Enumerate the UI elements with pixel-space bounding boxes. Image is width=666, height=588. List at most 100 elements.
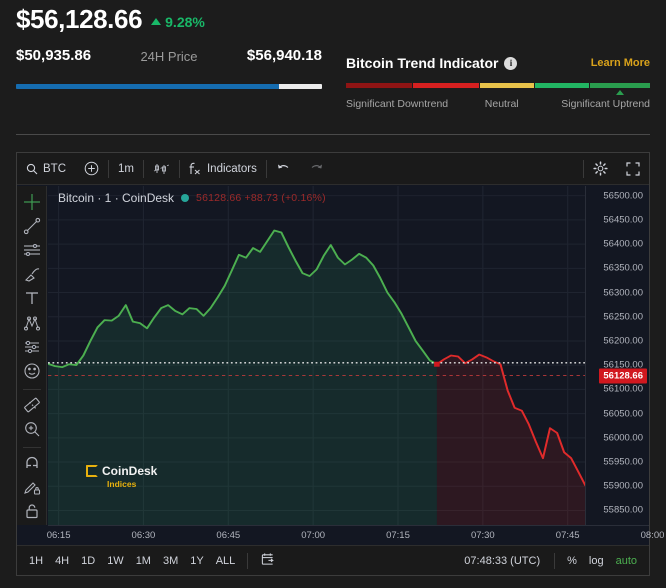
price-tick: 56000.00 <box>603 432 643 443</box>
learn-more-link[interactable]: Learn More <box>591 57 650 69</box>
range-high-value: $56,940.18 <box>247 47 322 64</box>
fullscreen-icon <box>626 162 640 176</box>
trend-label-low: Significant Downtrend <box>346 98 448 110</box>
horizontal-lines-tool[interactable] <box>19 239 45 260</box>
lock-tool[interactable] <box>19 501 45 522</box>
time-tick: 07:15 <box>386 530 410 541</box>
range-button-4h[interactable]: 4H <box>49 552 75 570</box>
emoji-tool[interactable] <box>19 360 45 381</box>
calendar-button[interactable] <box>254 549 281 572</box>
forecast-tool[interactable] <box>19 336 45 357</box>
scale-option-percent[interactable]: % <box>561 555 583 567</box>
chart-clock: 07:48:33 (UTC) <box>456 555 548 567</box>
indicators-button[interactable]: Indicators <box>180 153 266 185</box>
time-scale[interactable]: 06:1506:3006:4507:0007:1507:3007:4508:00 <box>48 525 649 545</box>
time-tick: 07:45 <box>556 530 580 541</box>
range-button-1m[interactable]: 1M <box>130 552 157 570</box>
calendar-icon <box>260 557 275 569</box>
zoom-tool[interactable] <box>19 419 45 440</box>
range-button-3m[interactable]: 3M <box>157 552 184 570</box>
change-block: 9.28% <box>151 14 205 30</box>
range-button-1w[interactable]: 1W <box>101 552 130 570</box>
trend-marker-row <box>346 88 650 96</box>
range-bar-track <box>279 84 322 89</box>
time-tick: 06:45 <box>216 530 240 541</box>
symbol-search[interactable]: BTC <box>17 153 75 185</box>
price-tick: 55900.00 <box>603 481 643 492</box>
fx-icon <box>189 161 202 176</box>
undo-icon <box>276 162 291 175</box>
change-percent: 9.28% <box>165 14 205 30</box>
legend-values: 56128.66 +88.73 (+0.16%) <box>196 192 326 204</box>
price-tick: 56100.00 <box>603 384 643 395</box>
text-tool[interactable] <box>19 288 45 309</box>
scale-option-log[interactable]: log <box>583 555 610 567</box>
trend-title-wrap: Bitcoin Trend Indicator i <box>346 55 517 71</box>
info-icon[interactable]: i <box>504 57 517 70</box>
time-tick: 08:00 <box>641 530 665 541</box>
add-symbol-button[interactable] <box>75 153 108 185</box>
pattern-tool[interactable] <box>19 312 45 333</box>
range-button-1y[interactable]: 1Y <box>184 552 209 570</box>
range-buttons: 1H4H1D1W1M3M1YALL <box>23 552 241 570</box>
range-button-1h[interactable]: 1H <box>23 552 49 570</box>
price-tick: 56050.00 <box>603 408 643 419</box>
price-tick: 56500.00 <box>603 190 643 201</box>
search-icon <box>26 163 38 175</box>
scale-option-auto[interactable]: auto <box>610 555 643 567</box>
watermark-row: CoinDesk <box>86 464 157 478</box>
symbol-label: BTC <box>43 163 66 175</box>
price-tick: 55850.00 <box>603 505 643 516</box>
watermark-brand: CoinDesk <box>102 464 157 478</box>
trend-marker-icon <box>616 90 624 95</box>
chart-plot-area[interactable]: Bitcoin · 1 · CoinDesk 56128.66 +88.73 (… <box>48 186 649 525</box>
range-button-1d[interactable]: 1D <box>75 552 101 570</box>
coindesk-watermark: CoinDesk Indices <box>86 464 157 489</box>
rail-divider <box>23 447 41 448</box>
bottom-divider <box>554 553 555 569</box>
rail-divider <box>23 389 41 390</box>
brush-tool[interactable] <box>19 264 45 285</box>
time-tick: 06:15 <box>47 530 71 541</box>
header-divider <box>16 134 650 135</box>
price-tick: 56450.00 <box>603 214 643 225</box>
current-price: $56,128.66 <box>16 4 142 35</box>
interval-label: 1m <box>118 163 134 175</box>
chart-toolbar: BTC 1m <box>17 153 649 185</box>
current-price-block: $56,128.66 9.28% <box>16 4 205 35</box>
drawing-lock-tool[interactable] <box>19 477 45 498</box>
trend-line-tool[interactable] <box>19 215 45 236</box>
chart-type-icon <box>153 162 170 176</box>
interval-selector[interactable]: 1m <box>109 153 143 185</box>
fullscreen-button[interactable] <box>617 153 649 185</box>
legend-title: Bitcoin · 1 · CoinDesk <box>58 191 174 205</box>
drawing-toolbar <box>17 186 47 525</box>
price-header: $56,128.66 9.28% $50,935.86 24H Price $5… <box>0 0 666 136</box>
range-button-all[interactable]: ALL <box>210 552 242 570</box>
price-tick: 55950.00 <box>603 457 643 468</box>
redo-button[interactable] <box>300 153 333 185</box>
undo-button[interactable] <box>267 153 300 185</box>
price-scale[interactable]: 56500.0056450.0056400.0056350.0056300.00… <box>585 186 649 525</box>
coindesk-logo-icon <box>86 465 98 477</box>
triangle-up-icon <box>151 18 161 25</box>
price-tick: 56350.00 <box>603 263 643 274</box>
trend-indicator: Bitcoin Trend Indicator i Learn More Sig… <box>346 55 650 110</box>
current-price-tag: 56128.66 <box>599 368 647 383</box>
crosshair-tool[interactable] <box>19 191 45 212</box>
magnet-tool[interactable] <box>19 453 45 474</box>
chart-settings-button[interactable] <box>584 153 617 185</box>
chart-widget: BTC 1m <box>16 152 650 576</box>
indicators-label: Indicators <box>207 163 257 175</box>
scale-options: %logauto <box>561 555 643 567</box>
redo-icon <box>309 162 324 175</box>
price-tick: 56250.00 <box>603 311 643 322</box>
bottom-divider <box>247 553 248 569</box>
range-bar-fill <box>16 84 279 89</box>
plus-circle-icon <box>84 161 99 176</box>
price-tick: 56300.00 <box>603 287 643 298</box>
time-tick: 07:30 <box>471 530 495 541</box>
measure-tool[interactable] <box>19 394 45 415</box>
chart-type-button[interactable] <box>144 153 179 185</box>
price-range-bar <box>16 84 322 89</box>
